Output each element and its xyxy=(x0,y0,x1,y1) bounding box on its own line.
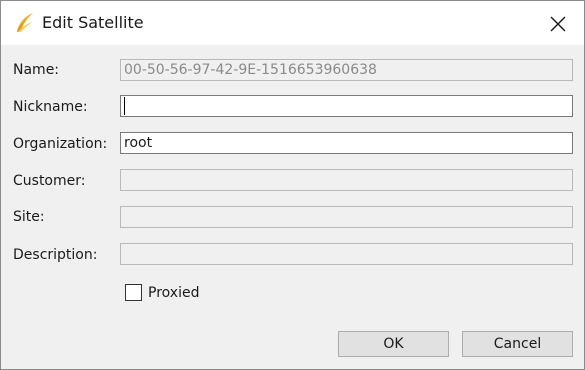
name-field[interactable] xyxy=(120,59,573,81)
nickname-label: Nickname: xyxy=(13,99,88,115)
customer-field[interactable] xyxy=(120,169,573,191)
organization-label: Organization: xyxy=(13,136,108,152)
wing-icon xyxy=(17,13,33,32)
name-label: Name: xyxy=(13,62,60,78)
edit-satellite-dialog: Edit Satellite Name: Nickname: Organizat… xyxy=(0,0,585,370)
customer-label: Customer: xyxy=(13,173,86,189)
site-label: Site: xyxy=(13,209,45,225)
nickname-field[interactable] xyxy=(120,95,573,117)
proxied-checkbox[interactable] xyxy=(125,284,142,301)
site-field[interactable] xyxy=(120,206,573,228)
ok-button[interactable]: OK xyxy=(338,331,449,357)
proxied-label[interactable]: Proxied xyxy=(148,284,199,302)
organization-field[interactable] xyxy=(120,132,573,154)
title-bar: Edit Satellite xyxy=(1,1,584,45)
cancel-button[interactable]: Cancel xyxy=(462,331,573,357)
description-label: Description: xyxy=(13,247,98,263)
close-icon[interactable] xyxy=(547,13,569,35)
text-caret xyxy=(124,97,125,115)
description-field[interactable] xyxy=(120,243,573,265)
window-title: Edit Satellite xyxy=(42,13,144,32)
